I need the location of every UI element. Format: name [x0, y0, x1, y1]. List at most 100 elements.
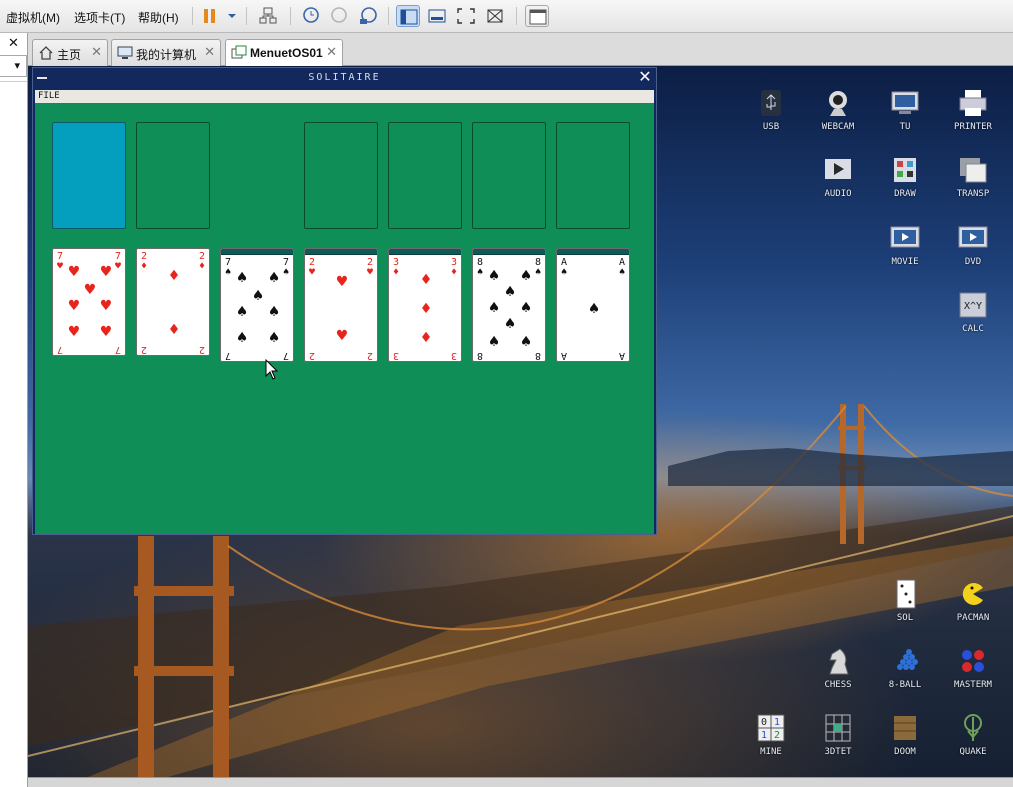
card-suit-icon: ♠ [477, 267, 484, 278]
desktop-icon-label: MASTERM [954, 680, 992, 690]
menu-tabs[interactable]: 选项卡(T) [74, 9, 125, 26]
desktop-icon-tu[interactable]: TU [877, 86, 933, 132]
fullscreen-icon[interactable] [454, 5, 478, 27]
draw-icon [887, 153, 923, 187]
revert-snapshot-icon[interactable] [327, 5, 351, 27]
chevron-down-icon[interactable] [220, 5, 236, 27]
foundation-pile[interactable] [472, 122, 546, 229]
desktop-icon-webcam[interactable]: WEBCAM [810, 86, 866, 132]
quake-icon [955, 711, 991, 745]
svg-text:0: 0 [761, 717, 767, 728]
stock-pile[interactable] [52, 122, 126, 229]
preferences-icon[interactable] [525, 5, 549, 27]
console-view-icon[interactable] [425, 5, 449, 27]
vm-icon [231, 45, 247, 61]
billiards-icon [887, 644, 923, 678]
card-pip-icon: ♠ [251, 288, 265, 304]
card-pip-icon: ♥ [83, 282, 97, 298]
playing-card[interactable]: A ♠ A ♠ A A ♠ [556, 248, 630, 362]
card-rank: 2 [141, 344, 148, 355]
snapshot-icon[interactable] [298, 5, 322, 27]
sidebar-toggle-icon[interactable] [396, 5, 420, 27]
desktop-icon-usb[interactable]: USB [743, 86, 799, 132]
tab-home[interactable]: 主页 ✕ [32, 39, 108, 66]
desktop-icon-pacman[interactable]: PACMAN [945, 577, 1001, 623]
desktop-icon-dvd[interactable]: DVD [945, 221, 1001, 267]
dvd-icon [955, 221, 991, 255]
foundation-pile[interactable] [304, 122, 378, 229]
desktop-icon-3dtet[interactable]: 3DTET [810, 711, 866, 757]
snapshot-manager-icon[interactable] [356, 5, 380, 27]
card-pip-icon: ♠ [487, 300, 501, 316]
card-rank: 8 [535, 350, 542, 361]
desktop-icon-transp[interactable]: TRANSP [945, 153, 1001, 199]
face-down-card[interactable] [473, 249, 545, 255]
card-pip-icon: ♦ [419, 330, 433, 346]
window-title-bar[interactable]: SOLITAIRE ✕ [33, 68, 656, 88]
playing-card[interactable]: 2 ♥ 2 ♥ 2 2 ♥ ♥ [304, 248, 378, 362]
desktop-icon-label: 3DTET [824, 747, 852, 757]
close-icon[interactable]: ✕ [204, 44, 215, 60]
webcam-icon [820, 86, 856, 120]
menu-help[interactable]: 帮助(H) [138, 9, 179, 26]
desktop-icon-quake[interactable]: QUAKE [945, 711, 1001, 757]
waste-pile[interactable] [136, 122, 210, 229]
playing-card[interactable]: 7 ♠ 7 ♠ 7 7 ♠ ♠ ♠ ♠ ♠ ♠ ♠ [220, 248, 294, 362]
audio-icon [820, 153, 856, 187]
card-suit-icon: ♦ [199, 261, 206, 272]
desktop-icon-draw[interactable]: DRAW [877, 153, 933, 199]
card-rank: A [619, 350, 626, 361]
close-library-icon[interactable]: ✕ [8, 36, 19, 51]
card-suit-icon: ♠ [561, 267, 568, 278]
host-menubar: 虚拟机(M) 选项卡(T) 帮助(H) [0, 0, 1013, 33]
desktop-icon-chess[interactable]: CHESS [810, 644, 866, 690]
desktop-icon-audio[interactable]: AUDIO [810, 153, 866, 199]
network-icon[interactable] [256, 5, 280, 27]
desktop-icon-mine[interactable]: 0 1 1 2 MINE [743, 711, 799, 757]
menu-file[interactable]: FILE [38, 91, 60, 101]
close-icon[interactable]: ✕ [91, 44, 102, 60]
desktop-icon-label: PRINTER [954, 122, 992, 132]
desktop-icon-movie[interactable]: MOVIE [877, 221, 933, 267]
status-bar [28, 777, 1013, 787]
card-rank: 7 [57, 344, 64, 355]
desktop-icon-sol[interactable]: SOL [877, 577, 933, 623]
playing-card[interactable]: 7 ♥ 7 ♥ 7 7 ♥ ♥ ♥ ♥ ♥ ♥ ♥ [52, 248, 126, 356]
library-dropdown[interactable]: ▾ [0, 55, 27, 77]
desktop-icon-8-ball[interactable]: 8-BALL [877, 644, 933, 690]
tab-label: 我的计算机 [136, 48, 197, 62]
tab-my-computer[interactable]: 我的计算机 ✕ [111, 39, 221, 66]
foundation-pile[interactable] [556, 122, 630, 229]
card-pip-icon: ♦ [167, 322, 181, 338]
playing-card[interactable]: 2 ♦ 2 ♦ 2 2 ♦ ♦ [136, 248, 210, 356]
foundation-pile[interactable] [388, 122, 462, 229]
playing-card[interactable]: 3 ♦ 3 ♦ 3 3 ♦ ♦ ♦ [388, 248, 462, 362]
svg-text:1: 1 [761, 730, 767, 741]
pause-icon[interactable] [198, 5, 222, 27]
card-pip-icon: ♦ [167, 268, 181, 284]
desktop-icon-printer[interactable]: PRINTER [945, 86, 1001, 132]
face-down-card[interactable] [557, 249, 629, 255]
movie-icon [887, 221, 923, 255]
tab-menuetos01[interactable]: MenuetOS01 ✕ [225, 39, 343, 67]
menu-vm[interactable]: 虚拟机(M) [6, 9, 60, 26]
guest-desktop[interactable]: SOLITAIRE ✕ FILE 7 ♥ 7 ♥ 7 7 ♥ ♥ ♥ ♥ ♥ ♥ ♥ 2 ♦ 2 ♦ 2 2 ♦ ♦ 7 ♠… [28, 66, 1013, 777]
unity-icon[interactable] [483, 5, 507, 27]
face-down-card[interactable] [389, 249, 461, 255]
card-pip-icon: ♠ [519, 300, 533, 316]
face-down-card[interactable] [221, 249, 293, 255]
mastermind-icon [955, 644, 991, 678]
playing-card[interactable]: 8 ♠ 8 ♠ 8 8 ♠ ♠ ♠ ♠ ♠ ♠ ♠ ♠ [472, 248, 546, 362]
face-down-card[interactable] [305, 249, 377, 255]
card-suit-icon: ♦ [141, 261, 148, 272]
solitaire-table[interactable]: 7 ♥ 7 ♥ 7 7 ♥ ♥ ♥ ♥ ♥ ♥ ♥ 2 ♦ 2 ♦ 2 2 ♦ ♦ 7 ♠ 7 ♠ 7 7 ♠ ♠ ♠ ♠ ♠ ♠ ♠ 2 ♥ 2 ♥ 2 2… [35, 103, 654, 534]
desktop-icon-calc[interactable]: X^Y CALC [945, 288, 1001, 334]
close-icon[interactable]: ✕ [326, 44, 337, 60]
window-title: SOLITAIRE [308, 72, 381, 83]
card-pip-icon: ♥ [99, 324, 113, 340]
desktop-icon-doom[interactable]: DOOM [877, 711, 933, 757]
card-pip-icon: ♠ [267, 270, 281, 286]
tv-icon [887, 86, 923, 120]
desktop-icon-masterm[interactable]: MASTERM [945, 644, 1001, 690]
close-icon[interactable]: ✕ [637, 69, 653, 86]
